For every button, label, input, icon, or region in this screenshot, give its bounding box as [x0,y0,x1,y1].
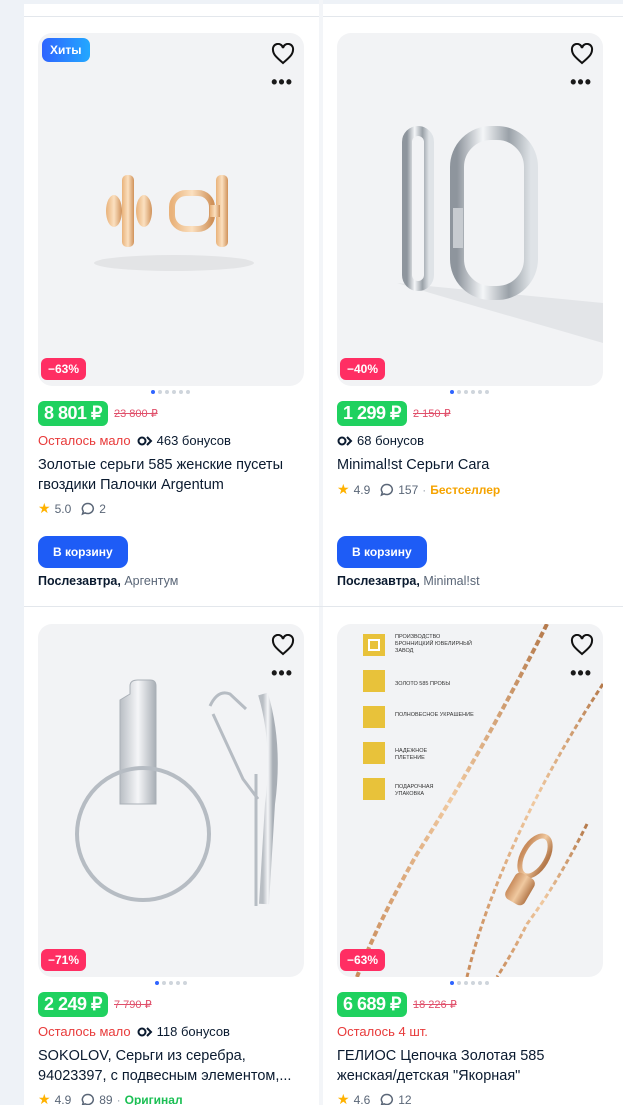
comment-icon [81,502,95,515]
rating-row: ★ 4.9 89 · Оригинал [38,1091,183,1105]
infographic-item: ПОЛНОВЕСНОЕ УКРАШЕНИЕ [395,712,474,718]
discount-badge: −71% [41,949,87,971]
rating-row: ★ 5.0 2 [38,500,106,516]
heart-icon[interactable] [270,41,296,67]
bonus-icon [137,435,153,446]
earring-hoop-image [397,126,603,343]
chain-image [355,624,603,977]
more-icon[interactable]: ••• [570,73,592,91]
original-tag: Оригинал [124,1092,183,1105]
star-icon: ★ [38,1091,51,1105]
heart-icon[interactable] [569,632,595,658]
bonus-info: 463 бонусов [137,433,231,448]
hits-badge: Хиты [42,38,90,62]
infographic-item: ПОДАРОЧНАЯ УПАКОВКА [395,784,434,797]
stock-note: Осталось 4 шт. [337,1024,428,1039]
product-image[interactable]: ПРОИЗВОДСТВО БРОННИЦКИЙ ЮВЕЛИРНЫЙ ЗАВОД … [337,624,603,977]
rating-row: ★ 4.9 157 · Бестселлер [337,481,501,497]
rating-row: ★ 4.6 12 [337,1091,412,1105]
product-title[interactable]: ГЕЛИОС Цепочка Золотая 585 женская/детск… [337,1046,607,1086]
delivery-info: Послезавтра, Minimal!st [337,574,480,588]
earring-stud-image [94,175,254,271]
seller-name: Minimal!st [423,574,480,588]
discount-badge: −63% [41,358,87,380]
star-icon: ★ [337,1091,350,1105]
price: 2 249 ₽ [38,992,108,1017]
row-divider [24,606,623,607]
star-icon: ★ [38,500,51,516]
discount-badge: −40% [340,358,386,380]
infographic-item: ЗОЛОТО 585 ПРОБЫ [395,681,451,687]
heart-icon[interactable] [270,632,296,658]
stock-note: Осталось мало [38,433,131,448]
image-carousel-dots[interactable] [155,981,187,987]
product-title[interactable]: Minimal!st Серьги Cara [337,455,607,475]
old-price: 2 150 ₽ [413,408,451,420]
price: 8 801 ₽ [38,401,108,426]
add-to-cart-button[interactable]: В корзину [337,536,427,568]
comment-icon [380,1093,394,1105]
delivery-info: Послезавтра, Аргентум [38,574,179,588]
discount-badge: −63% [340,949,386,971]
product-title[interactable]: Золотые серьги 585 женские пусеты гвозди… [38,455,308,495]
more-icon[interactable]: ••• [271,73,293,91]
column-divider [319,0,323,1105]
product-image[interactable]: ••• −40% [337,33,603,386]
old-price: 18 226 ₽ [413,999,457,1011]
bonus-icon [337,435,353,446]
seller-name: Аргентум [124,574,179,588]
comment-icon [81,1093,95,1105]
product-image[interactable]: ••• −71% [38,624,304,977]
price: 1 299 ₽ [337,401,407,426]
earring-silver-image [75,679,278,906]
add-to-cart-button[interactable]: В корзину [38,536,128,568]
left-gutter [0,0,24,1105]
infographic-panel [363,634,385,800]
product-image[interactable]: Хиты ••• −63% [38,33,304,386]
heart-icon[interactable] [569,41,595,67]
stock-note: Осталось мало [38,1024,131,1039]
row-divider [24,16,623,17]
more-icon[interactable]: ••• [570,664,592,682]
bestseller-tag: Бестселлер [430,482,501,497]
price: 6 689 ₽ [337,992,407,1017]
product-title[interactable]: SOKOLOV, Серьги из серебра, 94023397, с … [38,1046,308,1086]
image-carousel-dots[interactable] [151,390,190,396]
bonus-icon [137,1026,153,1037]
more-icon[interactable]: ••• [271,664,293,682]
star-icon: ★ [337,481,350,497]
image-carousel-dots[interactable] [450,981,489,987]
bonus-info: 68 бонусов [337,433,424,448]
infographic-item: ПРОИЗВОДСТВО БРОННИЦКИЙ ЮВЕЛИРНЫЙ ЗАВОД [395,634,472,654]
bonus-info: 118 бонусов [137,1024,230,1039]
infographic-item: НАДЕЖНОЕ ПЛЕТЕНИЕ [395,748,428,761]
old-price: 7 790 ₽ [114,999,152,1011]
old-price: 23 800 ₽ [114,408,158,420]
top-divider [24,0,623,4]
image-carousel-dots[interactable] [450,390,489,396]
comment-icon [380,483,394,496]
